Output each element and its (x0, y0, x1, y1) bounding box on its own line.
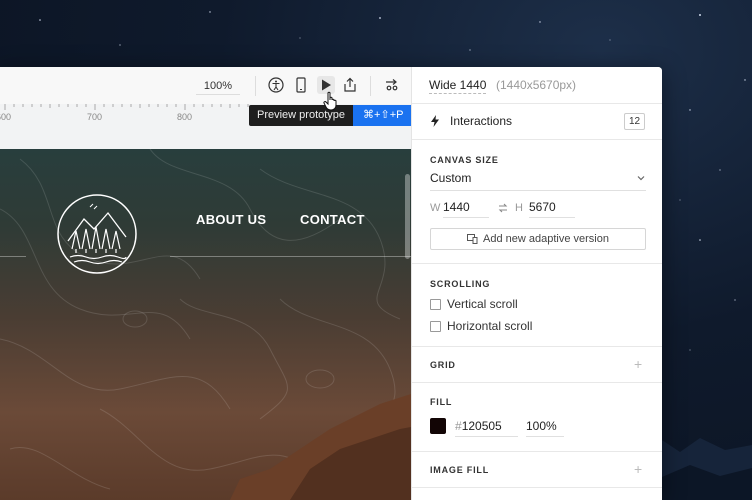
divider (412, 103, 662, 104)
canvas-size-heading: CANVAS SIZE (430, 155, 499, 165)
header-line-left (0, 256, 26, 257)
canvas-size-preset-value: Custom (430, 171, 472, 185)
divider (412, 263, 662, 264)
properties-panel: Wide 1440 (1440x5670px) Interactions 12 … (411, 67, 662, 500)
link-dimensions-icon[interactable] (496, 201, 510, 215)
design-app-window: 100% 600 700 800 P (0, 67, 662, 500)
divider (412, 451, 662, 452)
ruler-label: 700 (87, 112, 103, 122)
fill-opacity-field[interactable]: 100% (526, 419, 564, 437)
zoom-level[interactable]: 100% (196, 77, 240, 95)
ruler-label: 600 (0, 112, 12, 122)
vertical-scroll-label: Vertical scroll (447, 297, 518, 311)
height-label: H (515, 202, 523, 214)
forest-logo-icon (57, 194, 137, 274)
add-grid-plus-icon[interactable]: + (634, 356, 642, 372)
interactions-count-badge: 12 (624, 113, 645, 130)
divider (412, 346, 662, 347)
interactions-label: Interactions (450, 114, 513, 128)
horizontal-scroll-option[interactable]: Horizontal scroll (430, 319, 532, 333)
grid-heading: GRID (430, 360, 456, 370)
device-preview-icon[interactable] (292, 76, 310, 94)
rock-cliff-image (230, 394, 411, 500)
add-image-fill-plus-icon[interactable]: + (634, 461, 642, 477)
canvas-size-preset-select[interactable]: Custom (430, 171, 646, 191)
fill-heading: FILL (430, 397, 453, 407)
header-line-right (170, 256, 411, 257)
fill-hex-hash: # (455, 419, 462, 433)
vertical-scroll-checkbox[interactable] (430, 298, 441, 310)
accessibility-icon[interactable] (267, 76, 285, 94)
settings-sliders-icon[interactable] (383, 76, 401, 94)
fill-hex-field[interactable]: #120505 (455, 419, 518, 437)
height-field[interactable]: 5670 (529, 200, 575, 218)
design-canvas[interactable]: ABOUT US CONTACT (0, 149, 411, 500)
add-adaptive-version-label: Add new adaptive version (483, 233, 609, 245)
lightning-icon (431, 115, 439, 127)
vertical-scroll-option[interactable]: Vertical scroll (430, 297, 518, 311)
horizontal-scroll-checkbox[interactable] (430, 320, 441, 332)
toolbar-divider (370, 76, 371, 96)
canvas-scrollbar[interactable] (405, 174, 410, 259)
divider (412, 382, 662, 383)
interactions-row[interactable]: Interactions (430, 114, 512, 128)
add-adaptive-version-button[interactable]: Add new adaptive version (430, 228, 646, 250)
width-label: W (430, 202, 441, 214)
ruler-label: 800 (177, 112, 193, 122)
nav-link-contact[interactable]: CONTACT (300, 212, 365, 227)
share-icon[interactable] (341, 76, 359, 94)
hand-pointer-cursor-icon (323, 91, 337, 111)
fill-color-swatch[interactable] (430, 418, 446, 434)
artboard-dimensions: (1440x5670px) (496, 78, 577, 92)
image-fill-heading: IMAGE FILL (430, 465, 489, 475)
divider (412, 139, 662, 140)
scrolling-heading: SCROLLING (430, 279, 491, 289)
nav-link-about-us[interactable]: ABOUT US (196, 212, 266, 227)
tooltip-shortcut: ⌘+⇧+P (353, 105, 414, 126)
artboard-name[interactable]: Wide 1440 (429, 78, 487, 94)
divider (412, 487, 662, 488)
fill-hex-value: 120505 (461, 419, 502, 433)
toolbar-divider (255, 76, 256, 96)
chevron-down-icon (637, 176, 645, 181)
width-field[interactable]: 1440 (443, 200, 489, 218)
top-toolbar: 100% (0, 67, 411, 104)
horizontal-scroll-label: Horizontal scroll (447, 319, 533, 333)
adaptive-device-icon (467, 234, 478, 244)
